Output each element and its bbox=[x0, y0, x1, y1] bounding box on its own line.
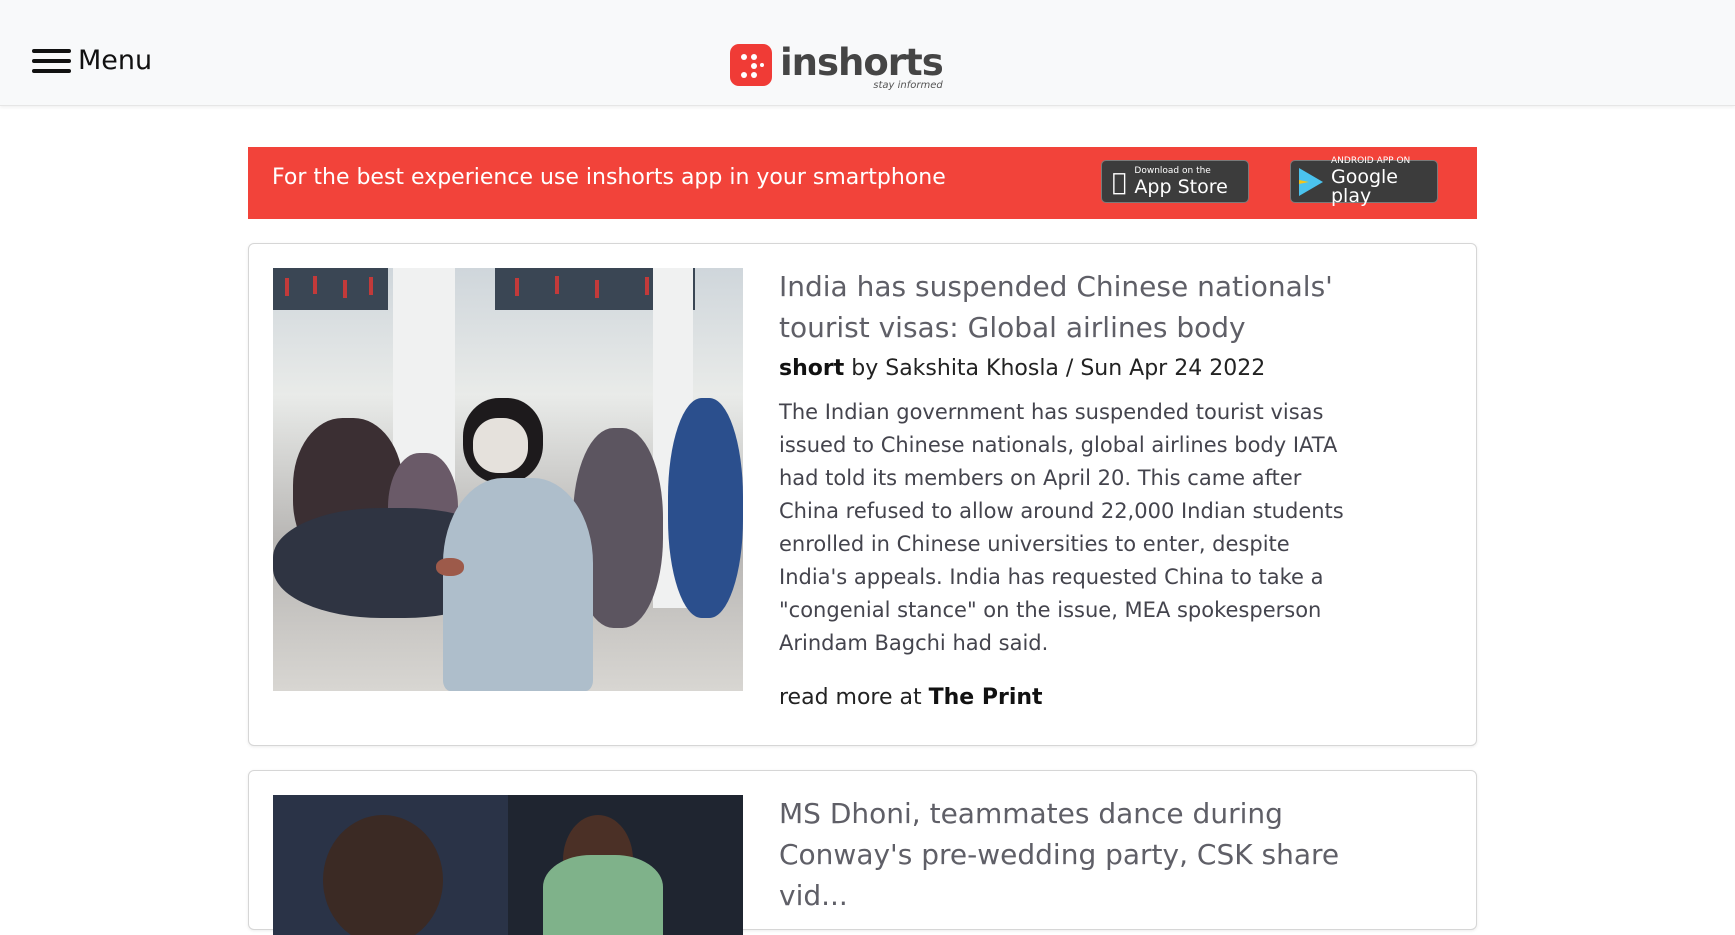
menu-label[interactable]: Menu bbox=[78, 45, 152, 76]
appstore-big-label: App Store bbox=[1120, 175, 1227, 198]
read-more-prefix: read more at bbox=[779, 685, 922, 710]
news-image[interactable] bbox=[273, 268, 743, 691]
googleplay-small-label: ANDROID APP ON bbox=[1331, 156, 1411, 166]
news-content: The Indian government has suspended tour… bbox=[779, 400, 1344, 655]
inshorts-logo-icon bbox=[730, 44, 772, 86]
news-title[interactable]: MS Dhoni, teammates dance during Conway'… bbox=[779, 793, 1354, 916]
top-header: Menu inshorts stay informed bbox=[0, 0, 1735, 106]
read-more: read more at The Print bbox=[779, 683, 1354, 713]
google-play-button[interactable]: ANDROID APP ON Google play bbox=[1290, 156, 1438, 207]
read-more-source-link[interactable]: The Print bbox=[929, 685, 1043, 710]
logo-name: inshorts bbox=[780, 41, 944, 84]
apple-icon:  bbox=[1112, 170, 1126, 194]
app-download-banner: For the best experience use inshorts app… bbox=[248, 147, 1477, 219]
hamburger-icon[interactable] bbox=[32, 45, 71, 75]
news-card: India has suspended Chinese nationals' t… bbox=[248, 243, 1477, 746]
google-play-icon bbox=[1299, 167, 1323, 196]
news-title[interactable]: India has suspended Chinese nationals' t… bbox=[779, 266, 1354, 348]
app-store-button[interactable]:  Download on the App Store bbox=[1101, 160, 1249, 203]
news-card: MS Dhoni, teammates dance during Conway'… bbox=[248, 770, 1477, 935]
banner-text: For the best experience use inshorts app… bbox=[272, 165, 946, 190]
menu-button[interactable]: Menu bbox=[32, 40, 152, 80]
news-image[interactable] bbox=[273, 795, 743, 935]
logo-tagline: stay informed bbox=[873, 80, 943, 91]
news-byline: short by Sakshita Khosla / Sun Apr 24 20… bbox=[779, 354, 1354, 384]
appstore-small-label: Download on the bbox=[1120, 165, 1210, 176]
news-author-date: by Sakshita Khosla / Sun Apr 24 2022 bbox=[851, 356, 1266, 381]
inshorts-logo[interactable]: inshorts stay informed bbox=[730, 41, 944, 96]
googleplay-big-label: Google play bbox=[1331, 166, 1399, 207]
news-type: short bbox=[779, 356, 845, 381]
